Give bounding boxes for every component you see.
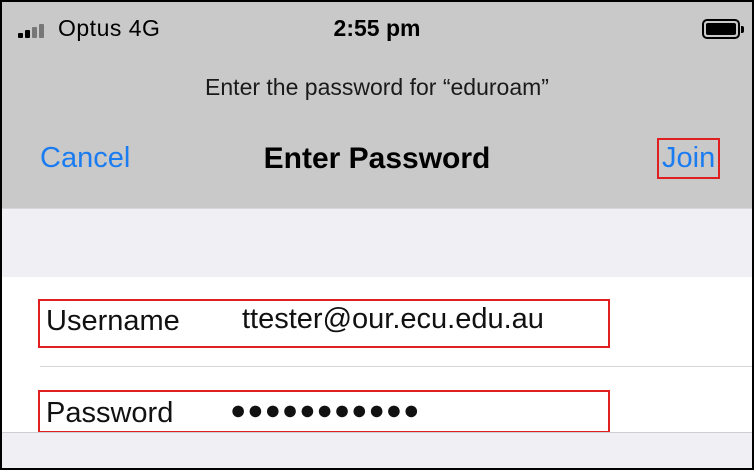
clock-time: 2:55 pm: [333, 15, 421, 41]
battery-full-icon: [702, 19, 744, 39]
password-field[interactable]: ●●●●●●●●●●●: [230, 395, 420, 426]
username-row[interactable]: Username ttester@our.ecu.edu.au: [2, 277, 752, 357]
username-label: Username: [46, 305, 180, 337]
username-field[interactable]: ttester@our.ecu.edu.au: [242, 303, 544, 336]
screenshot-frame: Optus 4G 2:55 pm Enter the password for …: [0, 0, 754, 470]
dialog-header: Optus 4G 2:55 pm Enter the password for …: [2, 2, 752, 208]
network-prompt: Enter the password for “eduroam”: [205, 74, 549, 100]
credentials-form: Username ttester@our.ecu.edu.au Password…: [2, 277, 752, 437]
navigation-bar: Cancel Enter Password Join: [2, 138, 752, 186]
password-label: Password: [46, 397, 174, 429]
join-button[interactable]: Join: [657, 138, 721, 179]
section-spacer: [2, 208, 752, 278]
status-bar: Optus 4G 2:55 pm: [2, 2, 752, 58]
bottom-grouped-area: [2, 432, 752, 468]
cancel-button[interactable]: Cancel: [40, 142, 130, 175]
